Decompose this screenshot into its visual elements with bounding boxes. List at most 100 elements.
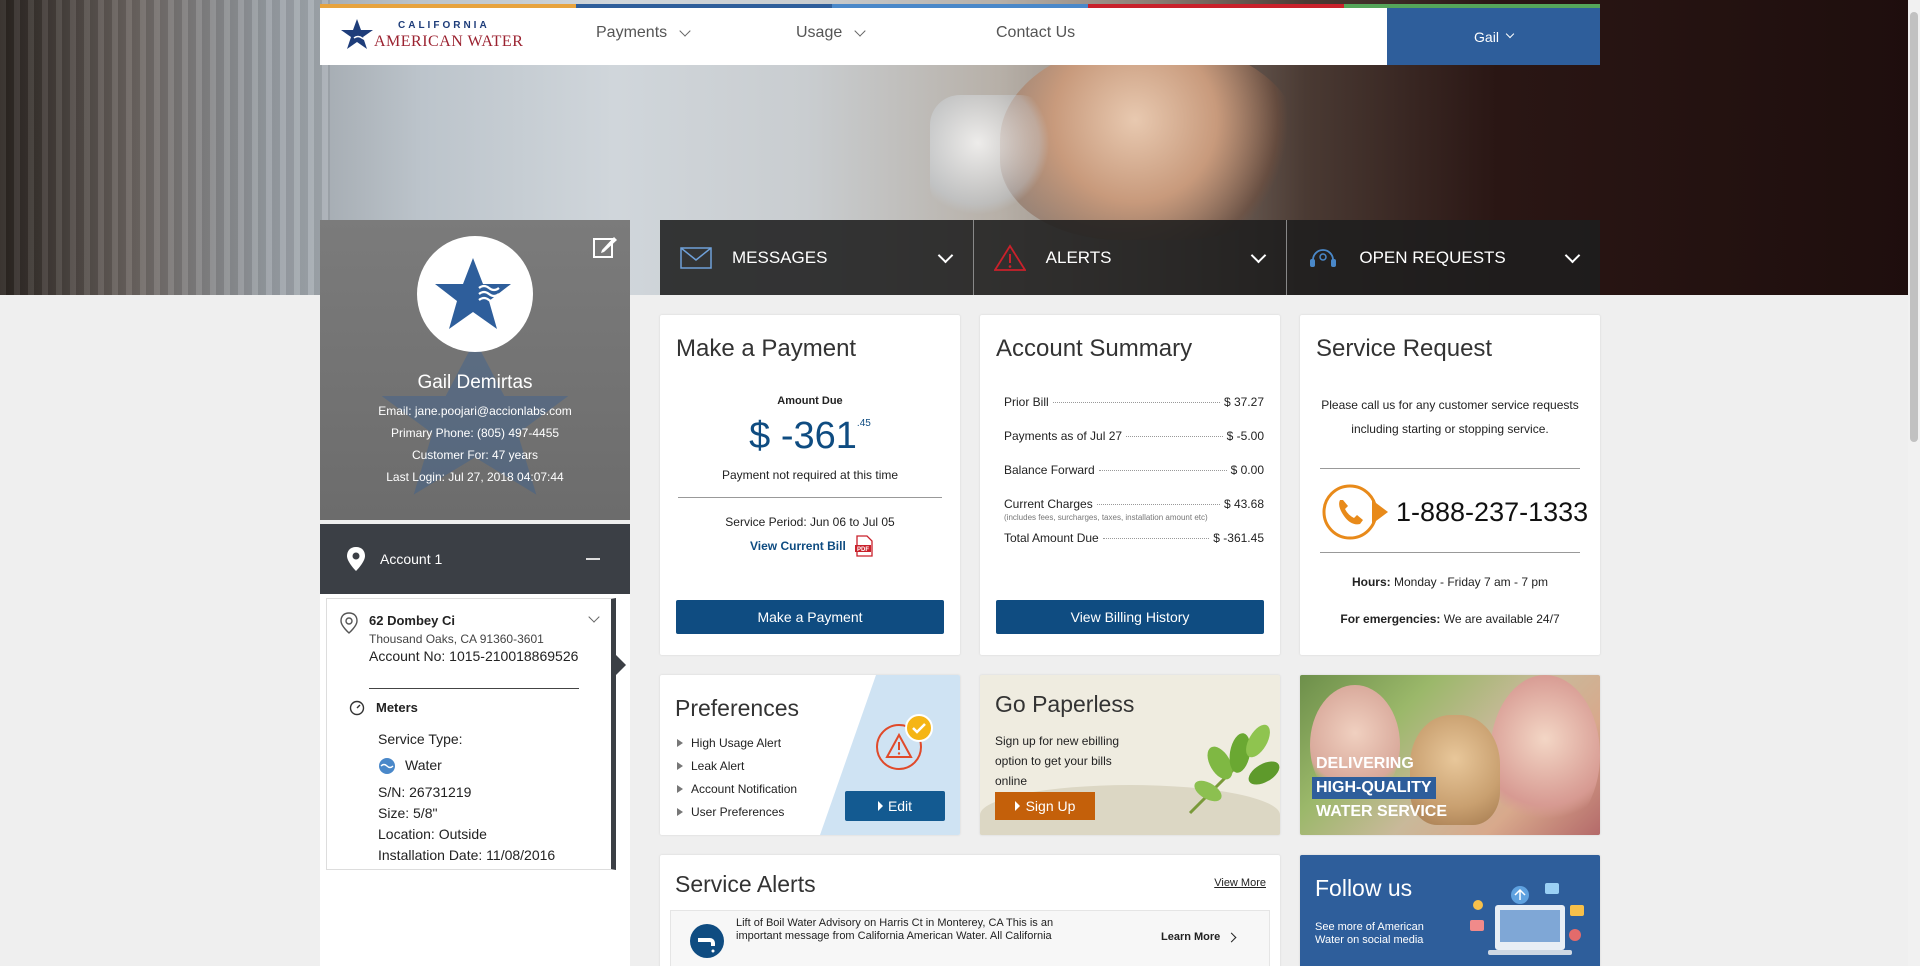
summary-label: Payments as of Jul 27 — [1004, 429, 1123, 443]
edit-button-label: Edit — [887, 798, 913, 814]
nav-payments-label: Payments — [596, 24, 668, 41]
summary-row: Balance Forward $ 0.00 — [1004, 463, 1264, 477]
chevron-down-icon — [1505, 29, 1515, 39]
tab-alerts[interactable]: ALERTS — [972, 220, 1287, 295]
profile-last-login: Last Login: Jul 27, 2018 04:07:44 — [386, 470, 564, 484]
alert-check-icon — [876, 714, 933, 770]
payment-note: Payment not required at this time — [721, 468, 899, 482]
divider — [678, 497, 942, 498]
faucet-icon — [690, 924, 724, 958]
preferences-card: Preferences High Usage Alert Leak Alert … — [660, 675, 960, 835]
view-current-bill-link[interactable]: View Current Bill PDF — [750, 535, 874, 557]
service-type-label: Service Type: — [378, 731, 463, 747]
profile-email: Email: jane.poojari@accionlabs.com — [378, 404, 572, 418]
chevron-down-icon — [679, 24, 691, 37]
promo-woman-image — [1490, 675, 1600, 835]
profile-name: Gail Demirtas — [417, 372, 533, 393]
preference-item[interactable]: Account Notification — [677, 782, 797, 796]
account-header[interactable]: Account 1 — [320, 524, 630, 594]
service-request-title: Service Request — [1316, 335, 1493, 362]
user-menu[interactable]: Gail — [1387, 8, 1600, 65]
summary-charges-note: (includes fees, surcharges, taxes, insta… — [1004, 513, 1208, 522]
make-payment-button[interactable]: Make a Payment — [676, 600, 944, 634]
service-type-value: Water — [405, 757, 442, 773]
notifications-bar: MESSAGES ALERTS OPEN REQUESTS — [660, 220, 1600, 295]
phone-icon — [1322, 484, 1388, 540]
svg-text:PDF: PDF — [857, 547, 869, 553]
logo[interactable]: CALIFORNIA AMERICAN WATER — [340, 14, 540, 54]
logo-text-main: AMERICAN WATER — [374, 33, 524, 50]
summary-row: Payments as of Jul 27 $ -5.00 — [1004, 429, 1264, 443]
profile-card: Gail Demirtas Email: jane.poojari@accion… — [320, 220, 630, 520]
service-phone[interactable]: 1-888-237-1333 — [1396, 497, 1588, 528]
alert-text: Lift of Boil Water Advisory on Harris Ct… — [736, 917, 1054, 942]
address-line-1: 62 Dombey Ci — [369, 613, 455, 628]
quality-water-promo[interactable]: DELIVERING HIGH-QUALITY WATER SERVICE — [1300, 675, 1600, 835]
preference-item[interactable]: Leak Alert — [677, 759, 744, 773]
amount-due-value: $ -361.45 — [660, 415, 960, 458]
preferences-title: Preferences — [675, 695, 800, 721]
view-billing-history-button[interactable]: View Billing History — [996, 600, 1264, 634]
nav-contact-us[interactable]: Contact Us — [996, 24, 1075, 42]
view-more-link[interactable]: View More — [1214, 877, 1266, 889]
emergencies-value: We are available 24/7 — [1443, 612, 1560, 626]
go-paperless-text: Sign up for new ebilling option to get y… — [995, 734, 1120, 788]
preference-item[interactable]: High Usage Alert — [677, 736, 781, 750]
preferences-edit-button[interactable]: Edit — [845, 791, 945, 821]
preference-item-label: Leak Alert — [691, 759, 745, 773]
follow-us-title: Follow us — [1315, 875, 1413, 901]
promo-line-2: HIGH-QUALITY — [1312, 777, 1436, 799]
nav-payments[interactable]: Payments — [596, 24, 691, 42]
logo-star-icon — [341, 19, 373, 49]
tab-open-requests-label: OPEN REQUESTS — [1359, 247, 1506, 267]
triangle-bullet-icon — [677, 762, 683, 770]
follow-us-card[interactable]: Follow us See more of American Water on … — [1300, 855, 1600, 966]
learn-more-link[interactable]: Learn More — [1161, 931, 1237, 943]
edit-icon[interactable] — [592, 234, 618, 260]
summary-value: $ 37.27 — [1223, 395, 1264, 409]
avatar-star-icon — [435, 258, 511, 329]
tab-open-requests[interactable]: OPEN REQUESTS — [1286, 220, 1600, 295]
triangle-bullet-icon — [677, 739, 683, 747]
chevron-down-icon — [1564, 247, 1581, 264]
alert-item: Lift of Boil Water Advisory on Harris Ct… — [670, 910, 1270, 966]
meter-gauge-icon — [349, 700, 365, 716]
meter-serial: S/N: 26731219 — [378, 784, 472, 800]
amount-main: $ -361 — [749, 415, 857, 457]
meters-title: Meters — [376, 700, 418, 715]
preference-item[interactable]: User Preferences — [677, 805, 784, 819]
nav-usage[interactable]: Usage — [796, 24, 866, 42]
logo-text-top: CALIFORNIA — [398, 20, 490, 31]
tab-messages[interactable]: MESSAGES — [660, 220, 973, 295]
preference-item-label: User Preferences — [691, 805, 785, 819]
service-request-card: Service Request Please call us for any c… — [1300, 315, 1600, 655]
go-paperless-card: Go Paperless Sign up for new ebilling op… — [980, 675, 1280, 835]
summary-label: Balance Forward — [1004, 463, 1095, 477]
profile-phone: Primary Phone: (805) 497-4455 — [390, 426, 560, 440]
go-paperless-title: Go Paperless — [995, 691, 1135, 717]
social-media-icon — [1470, 883, 1584, 955]
tab-messages-label: MESSAGES — [732, 247, 828, 267]
account-label: Account 1 — [380, 551, 443, 567]
meter-location: Location: Outside — [378, 826, 487, 842]
service-emergencies: For emergencies: We are available 24/7 — [1300, 612, 1600, 626]
summary-label: Prior Bill — [1004, 395, 1049, 409]
leaf-branch-icon — [1188, 724, 1280, 815]
account-summary-card: Account Summary Prior Bill $ 37.27 Paymen… — [980, 315, 1280, 655]
sign-up-label: Sign Up — [1025, 798, 1076, 814]
collapse-icon[interactable] — [586, 558, 600, 560]
scrollbar-thumb[interactable] — [1910, 12, 1918, 442]
summary-value: $ -5.00 — [1226, 429, 1264, 443]
chevron-down-icon — [1251, 247, 1267, 264]
service-alerts-title: Service Alerts — [675, 871, 816, 897]
triangle-bullet-icon — [677, 808, 683, 816]
warning-icon — [993, 243, 1026, 271]
emergencies-label: For emergencies: — [1340, 612, 1441, 626]
summary-label: Current Charges — [1004, 497, 1093, 511]
meter-size: Size: 5/8" — [378, 805, 438, 821]
sign-up-button[interactable]: Sign Up — [995, 792, 1095, 820]
preference-item-label: Account Notification — [691, 782, 798, 796]
promo-line-1: DELIVERING — [1316, 755, 1414, 772]
nav-contact-label: Contact Us — [996, 24, 1076, 41]
learn-more-label: Learn More — [1161, 931, 1221, 943]
